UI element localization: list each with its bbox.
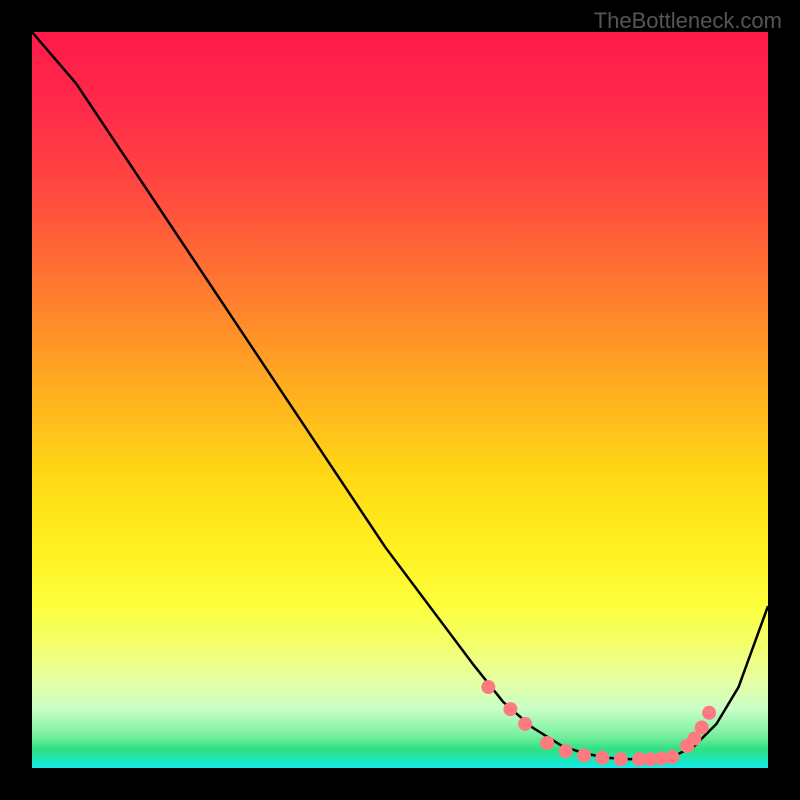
marker-dot: [540, 736, 554, 750]
marker-dot: [518, 717, 532, 731]
chart-svg: [32, 32, 768, 768]
marker-dot: [665, 750, 679, 764]
marker-dot: [614, 752, 628, 766]
plot-area: [32, 32, 768, 768]
marker-dot: [595, 751, 609, 765]
marker-dot: [559, 744, 573, 758]
marker-dot: [481, 680, 495, 694]
curve-line: [32, 32, 768, 759]
marker-dot: [577, 748, 591, 762]
marker-dot: [503, 702, 517, 716]
marker-dot: [702, 706, 716, 720]
watermark-text: TheBottleneck.com: [594, 8, 782, 34]
bottleneck-curve: [32, 32, 768, 759]
marker-dot: [695, 721, 709, 735]
